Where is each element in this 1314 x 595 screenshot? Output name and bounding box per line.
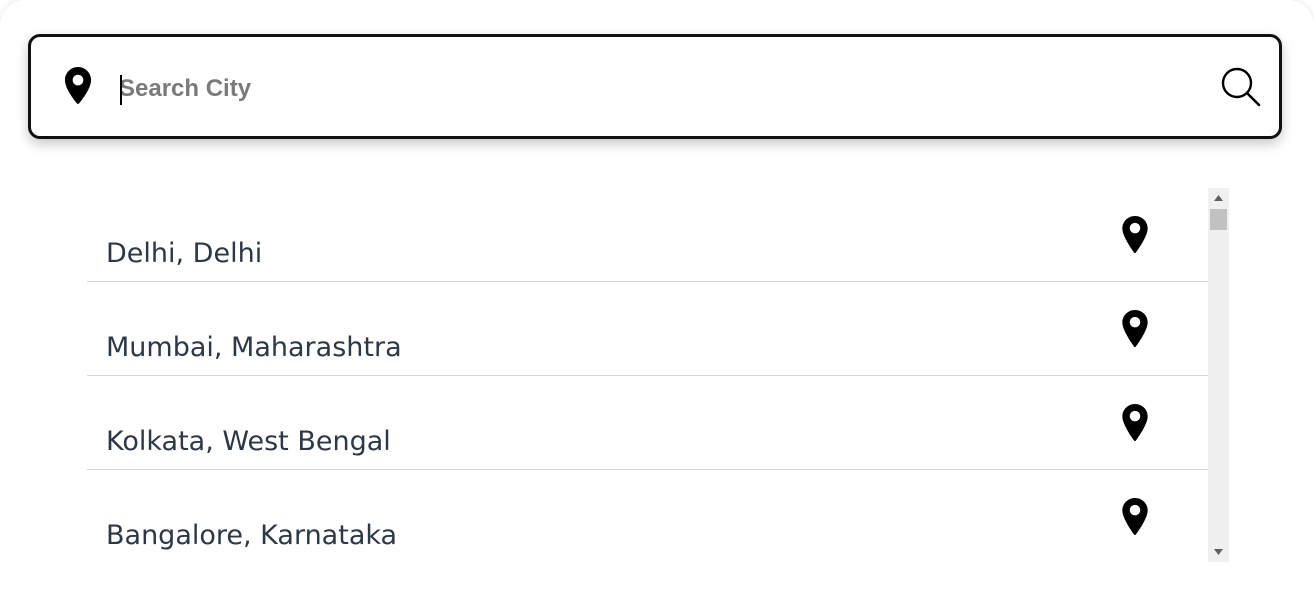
city-label: Bangalore, Karnataka <box>106 520 398 551</box>
scroll-down-arrow-icon[interactable] <box>1208 544 1229 560</box>
map-pin-icon <box>1122 310 1148 348</box>
list-item[interactable]: Bangalore, Karnataka <box>87 470 1208 562</box>
list-item[interactable]: Kolkata, West Bengal <box>87 376 1208 470</box>
city-label: Kolkata, West Bengal <box>106 426 391 457</box>
location-search-panel: Delhi, Delhi Mumbai, Maharashtra Kolkata… <box>0 0 1314 595</box>
map-pin-icon <box>1122 216 1148 254</box>
search-box <box>28 34 1282 139</box>
magnifier-icon[interactable] <box>1219 65 1263 109</box>
city-label: Mumbai, Maharashtra <box>106 332 402 363</box>
results-list[interactable]: Delhi, Delhi Mumbai, Maharashtra Kolkata… <box>87 188 1208 562</box>
search-input[interactable] <box>119 69 1179 109</box>
scroll-up-arrow-icon[interactable] <box>1208 190 1229 206</box>
map-pin-icon <box>1122 498 1148 536</box>
scrollbar-thumb[interactable] <box>1210 209 1227 230</box>
map-pin-icon <box>64 67 92 104</box>
list-item[interactable]: Delhi, Delhi <box>87 188 1208 282</box>
city-label: Delhi, Delhi <box>106 238 263 269</box>
list-item[interactable]: Mumbai, Maharashtra <box>87 282 1208 376</box>
map-pin-icon <box>1122 404 1148 442</box>
text-cursor <box>120 75 122 105</box>
vertical-scrollbar[interactable] <box>1208 188 1229 562</box>
